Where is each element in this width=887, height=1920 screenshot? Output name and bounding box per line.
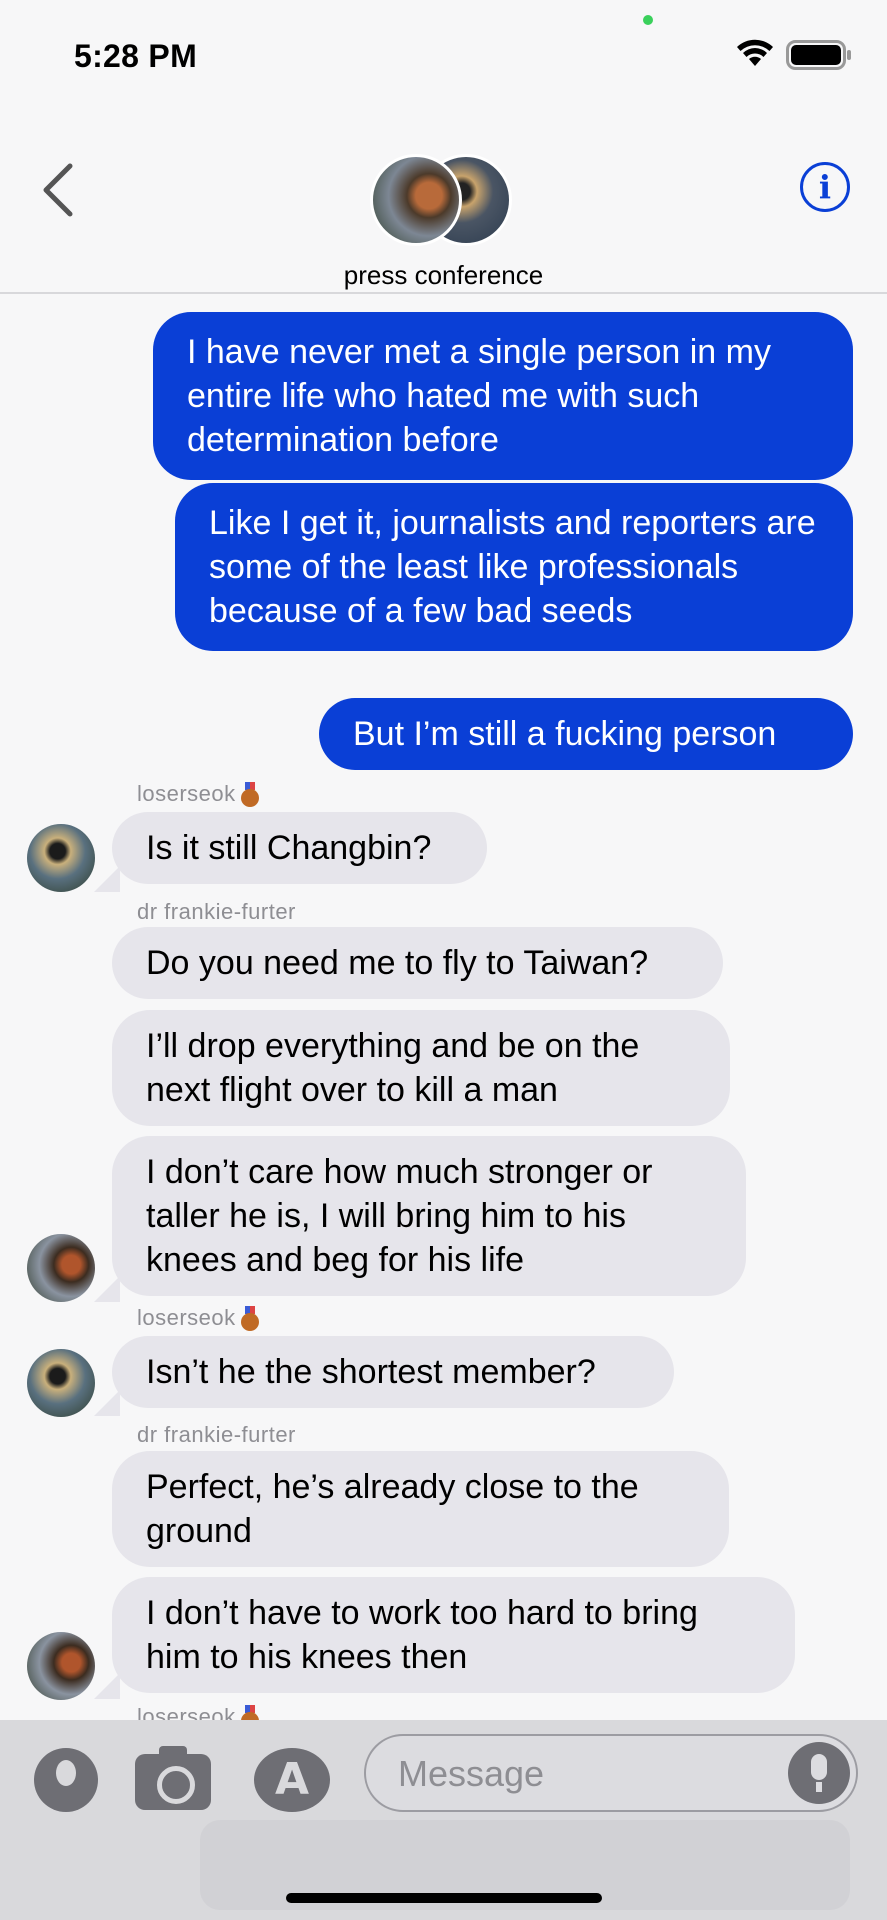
info-icon[interactable]: i [800,162,850,212]
camera-icon[interactable] [135,1746,211,1810]
sender-label: loserseok [137,1305,236,1330]
apps-glyph: A [274,1754,310,1805]
sender-name: dr frankie-furter [137,1422,296,1447]
outgoing-message[interactable]: Like I get it, journalists and reporters… [175,483,853,651]
avatar[interactable] [27,1632,95,1700]
medal-icon [240,1306,260,1331]
incoming-message[interactable]: Is it still Changbin? [112,812,487,884]
incoming-message[interactable]: I don’t have to work too hard to bring h… [112,1577,795,1693]
camera-indicator-dot [643,15,653,25]
medal-icon [240,1705,260,1720]
status-time: 5:28 PM [74,38,198,74]
medal-icon [240,782,260,807]
conversation-header: press conference i [0,110,887,294]
sender-label: loserseok [137,1704,236,1720]
sender-name: loserseok [137,781,260,807]
bubble-tail [94,1673,120,1699]
bubble-tail [94,866,120,892]
back-chevron-icon[interactable] [38,160,78,220]
avatar[interactable] [27,1349,95,1417]
wifi-icon [737,39,773,66]
battery-icon [786,40,851,70]
group-avatars[interactable] [370,150,520,250]
incoming-message[interactable]: Perfect, he’s already close to the groun… [112,1451,729,1567]
sender-name: dr frankie-furter [137,899,296,924]
sender-label: loserseok [137,781,236,806]
composer-bar: A [0,1720,887,1920]
incoming-message[interactable]: Do you need me to fly to Taiwan? [112,927,723,999]
message-thread[interactable]: I have never met a single person in my e… [0,292,887,1720]
sender-name: loserseok [137,1305,260,1331]
avatar[interactable] [27,824,95,892]
sender-name: loserseok [137,1704,260,1720]
avatar[interactable] [27,1234,95,1302]
app-store-icon[interactable]: A [254,1748,330,1812]
status-bar: 5:28 PM [0,0,887,110]
bubble-tail [94,1276,120,1302]
incoming-message[interactable]: Isn’t he the shortest member? [112,1336,674,1408]
outgoing-message[interactable]: But I’m still a fucking person [319,698,853,770]
bubble-tail [94,1390,120,1416]
home-indicator[interactable] [286,1893,602,1903]
incoming-message[interactable]: I’ll drop everything and be on the next … [112,1010,730,1126]
group-avatar-1 [370,154,462,246]
group-name[interactable]: press conference [0,260,887,291]
contact-photo-button[interactable] [34,1748,98,1812]
message-input[interactable] [396,1746,780,1802]
outgoing-message[interactable]: I have never met a single person in my e… [153,312,853,480]
message-field[interactable] [364,1734,858,1812]
incoming-message[interactable]: I don’t care how much stronger or taller… [112,1136,746,1296]
microphone-icon[interactable] [788,1742,850,1804]
